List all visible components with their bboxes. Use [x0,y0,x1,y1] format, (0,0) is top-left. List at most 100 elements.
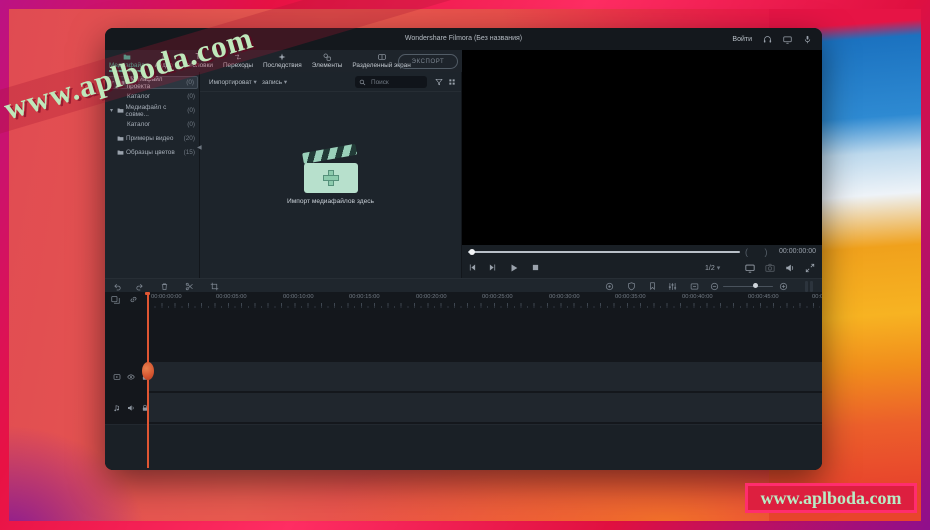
tree-count: (15) [184,149,195,156]
mixer-icon[interactable] [668,282,677,291]
shield-icon[interactable] [627,282,636,291]
grid-view-icon[interactable] [448,78,456,86]
export-button[interactable]: ЭКСПОРТ [398,54,458,69]
crop-icon[interactable] [210,282,219,291]
manage-tracks-icon[interactable] [111,295,120,304]
screen-record-icon[interactable] [783,35,792,44]
timeline-ruler[interactable]: 00:00:00:00 00:00:05:00 00:00:10:00 00:0… [105,292,822,310]
snap-link-icon[interactable] [129,295,138,304]
volume-icon[interactable] [785,263,795,273]
tree-item-catalog-2[interactable]: Каталог (0) [107,118,198,131]
ruler-tick-label: 00:00:30:00 [549,294,580,300]
timeline-zoom-slider[interactable] [723,286,773,288]
undo-icon[interactable] [113,282,122,291]
playback-speed[interactable]: 1/2 ▾ [705,264,720,272]
video-preview[interactable] [462,50,822,245]
chevron-down-icon: ▾ [253,79,256,86]
chevron-down-icon: ▾ [717,265,721,272]
fx-star-icon [278,53,286,61]
zoom-in-icon[interactable] [779,282,788,291]
ruler-tick-label: 00:00 [812,294,822,300]
redo-icon[interactable] [135,282,144,291]
login-button[interactable]: Войти [732,36,752,43]
mic-icon[interactable] [803,35,812,44]
ruler-tick-label: 00:00:15:00 [349,294,380,300]
trash-icon[interactable] [160,282,169,291]
note-icon[interactable] [113,404,121,412]
record-icon[interactable] [605,282,614,291]
record-dropdown[interactable]: запись ▾ [262,78,287,86]
folder-icon [117,149,124,156]
playhead-line[interactable] [147,292,149,468]
headset-icon[interactable] [763,35,772,44]
tree-label: Каталог [127,121,150,128]
import-clapperboard-icon[interactable] [304,150,358,194]
eye-icon[interactable] [127,373,135,381]
video-track-lane[interactable] [148,362,822,391]
marker-icon[interactable] [648,282,657,291]
ruler-tick-label: 00:00:20:00 [416,294,447,300]
timeline-empty-area[interactable] [105,424,822,470]
ruler-tick-label: 00:00:00:00 [151,294,182,300]
track-height-control[interactable] [805,281,813,292]
display-icon[interactable] [745,263,755,273]
ruler-tick-label: 00:00:25:00 [482,294,513,300]
clapper-top [302,144,357,164]
stop-icon[interactable] [531,263,540,272]
prev-frame-icon[interactable] [468,263,477,272]
seek-handle[interactable] [469,249,475,255]
zoom-out-icon[interactable] [710,282,719,291]
ruler-tick-label: 00:00:40:00 [682,294,713,300]
tree-count: (0) [187,107,195,114]
titlebar-right-group: Войти [732,28,812,50]
timeline-toolbar [105,278,822,292]
ruler-tick-label: 00:00:05:00 [216,294,247,300]
audio-track-lane[interactable] [148,393,822,422]
import-hint-text: Импорт медиафайлов здесь [200,198,461,205]
panel-collapse-arrow[interactable]: ◀ [197,144,202,151]
tree-label: Примеры видео [126,135,173,142]
next-frame-icon[interactable] [488,263,497,272]
chevron-down-icon: ▾ [284,79,287,86]
preview-timecode: 00:00:00:00 [779,248,816,255]
elements-icon [323,53,331,61]
seek-bar[interactable] [468,251,740,253]
timeline-zoom-handle[interactable] [753,283,758,288]
search-icon [359,79,366,86]
search-box[interactable] [355,76,427,88]
tree-item-color-samples[interactable]: Образцы цветов (15) [107,146,198,159]
mark-in-out-icons[interactable]: ( ) [745,247,775,257]
tab-elements[interactable]: Элементы [312,51,343,72]
tree-item-shared-media[interactable]: ▾ Медиафайл с совме... (0) [107,104,198,117]
fit-timeline-icon[interactable] [690,282,699,291]
ruler-minor-ticks [148,306,820,309]
preview-control-area: ( ) 00:00:00:00 1/2 ▾ [462,245,822,278]
filmora-window: Wondershare Filmora (Без названия) Войти… [105,28,822,470]
tab-label: Элементы [312,62,343,69]
filter-funnel-icon[interactable] [435,78,443,86]
play-icon[interactable] [509,263,519,273]
ruler-tick-label: 00:00:45:00 [748,294,779,300]
caret-down-icon[interactable]: ▾ [110,107,115,114]
tree-count: (0) [186,79,194,86]
split-screen-icon [378,53,386,61]
video-track-icon[interactable] [113,373,121,381]
watermark-badge: www.aplboda.com [745,483,917,513]
split-scissors-icon[interactable] [185,282,194,291]
tree-label: Образцы цветов [126,149,175,156]
media-browser-panel: Импортироват ▾ запись ▾ Импорт медиафайл… [200,72,462,278]
import-dropdown[interactable]: Импортироват ▾ [209,78,257,86]
playhead-marker-blob [142,362,154,380]
tree-item-sample-videos[interactable]: Примеры видео (20) [107,132,198,145]
audio-track-header [105,393,148,422]
folder-icon [117,107,124,114]
camera-snapshot-icon[interactable] [765,263,775,273]
search-input[interactable] [369,78,423,87]
playback-controls: 1/2 ▾ [462,258,822,278]
timeline-tracks[interactable] [105,310,822,470]
fullscreen-icon[interactable] [805,263,815,273]
media-toolbar: Импортироват ▾ запись ▾ [200,72,461,92]
speaker-icon[interactable] [127,404,135,412]
folder-icon [117,135,124,142]
tree-label: Медиафайл с совме... [126,104,186,118]
